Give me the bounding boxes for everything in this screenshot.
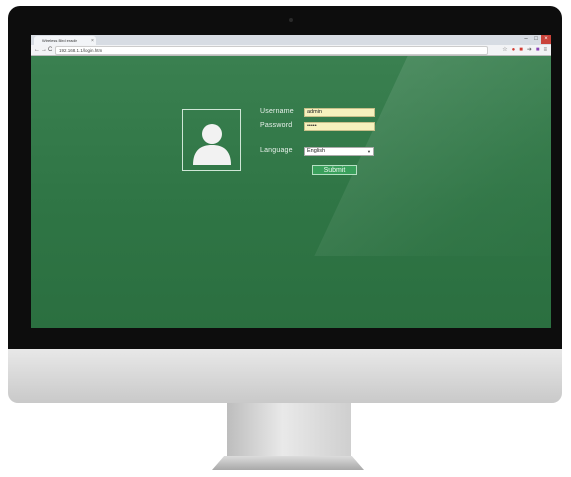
monitor-foot <box>212 456 364 470</box>
monitor-chin <box>8 349 562 403</box>
language-selected: English <box>307 148 326 154</box>
monitor-stand <box>227 403 351 459</box>
star-icon[interactable]: ☆ <box>502 45 507 55</box>
tab-bar: Wireless Bird eradir × – □ × <box>31 35 551 45</box>
extension-icon[interactable]: ● <box>512 45 516 55</box>
submit-button[interactable]: Submit <box>312 165 357 175</box>
address-bar: ← → C 192.168.1.1/login.htm ☆ ● ■ ➜ ■ ≡ <box>31 45 551 56</box>
screen: Wireless Bird eradir × – □ × ← → C 192.1… <box>31 35 551 328</box>
reload-icon[interactable]: C <box>48 45 52 55</box>
password-label: Password <box>260 122 293 129</box>
user-avatar-icon <box>193 124 231 165</box>
extension-icons: ☆ ● ■ ➜ ■ ≡ <box>502 45 547 55</box>
url-field[interactable]: 192.168.1.1/login.htm <box>55 46 488 55</box>
maximize-icon[interactable]: □ <box>531 35 541 44</box>
language-select[interactable]: English ▼ <box>304 147 374 156</box>
password-input[interactable]: ••••• <box>304 122 375 131</box>
username-label: Username <box>260 108 294 115</box>
forward-icon[interactable]: → <box>41 45 47 55</box>
camera <box>289 18 293 22</box>
tab-title: Wireless Bird eradir <box>42 38 77 43</box>
shield-icon[interactable]: ■ <box>519 45 523 55</box>
menu-icon[interactable]: ≡ <box>543 45 547 55</box>
close-window-icon[interactable]: × <box>541 35 551 44</box>
back-icon[interactable]: ← <box>34 45 40 55</box>
user-avatar <box>182 109 241 171</box>
username-input[interactable]: admin <box>304 108 375 117</box>
addon-icon[interactable]: ■ <box>536 45 540 55</box>
arrow-icon[interactable]: ➜ <box>527 45 532 55</box>
chevron-down-icon: ▼ <box>367 149 371 154</box>
tab-close-icon[interactable]: × <box>91 37 94 45</box>
browser-tab[interactable]: Wireless Bird eradir × <box>34 36 96 45</box>
minimize-icon[interactable]: – <box>521 35 531 44</box>
window-controls: – □ × <box>521 35 551 44</box>
language-label: Language <box>260 147 293 154</box>
